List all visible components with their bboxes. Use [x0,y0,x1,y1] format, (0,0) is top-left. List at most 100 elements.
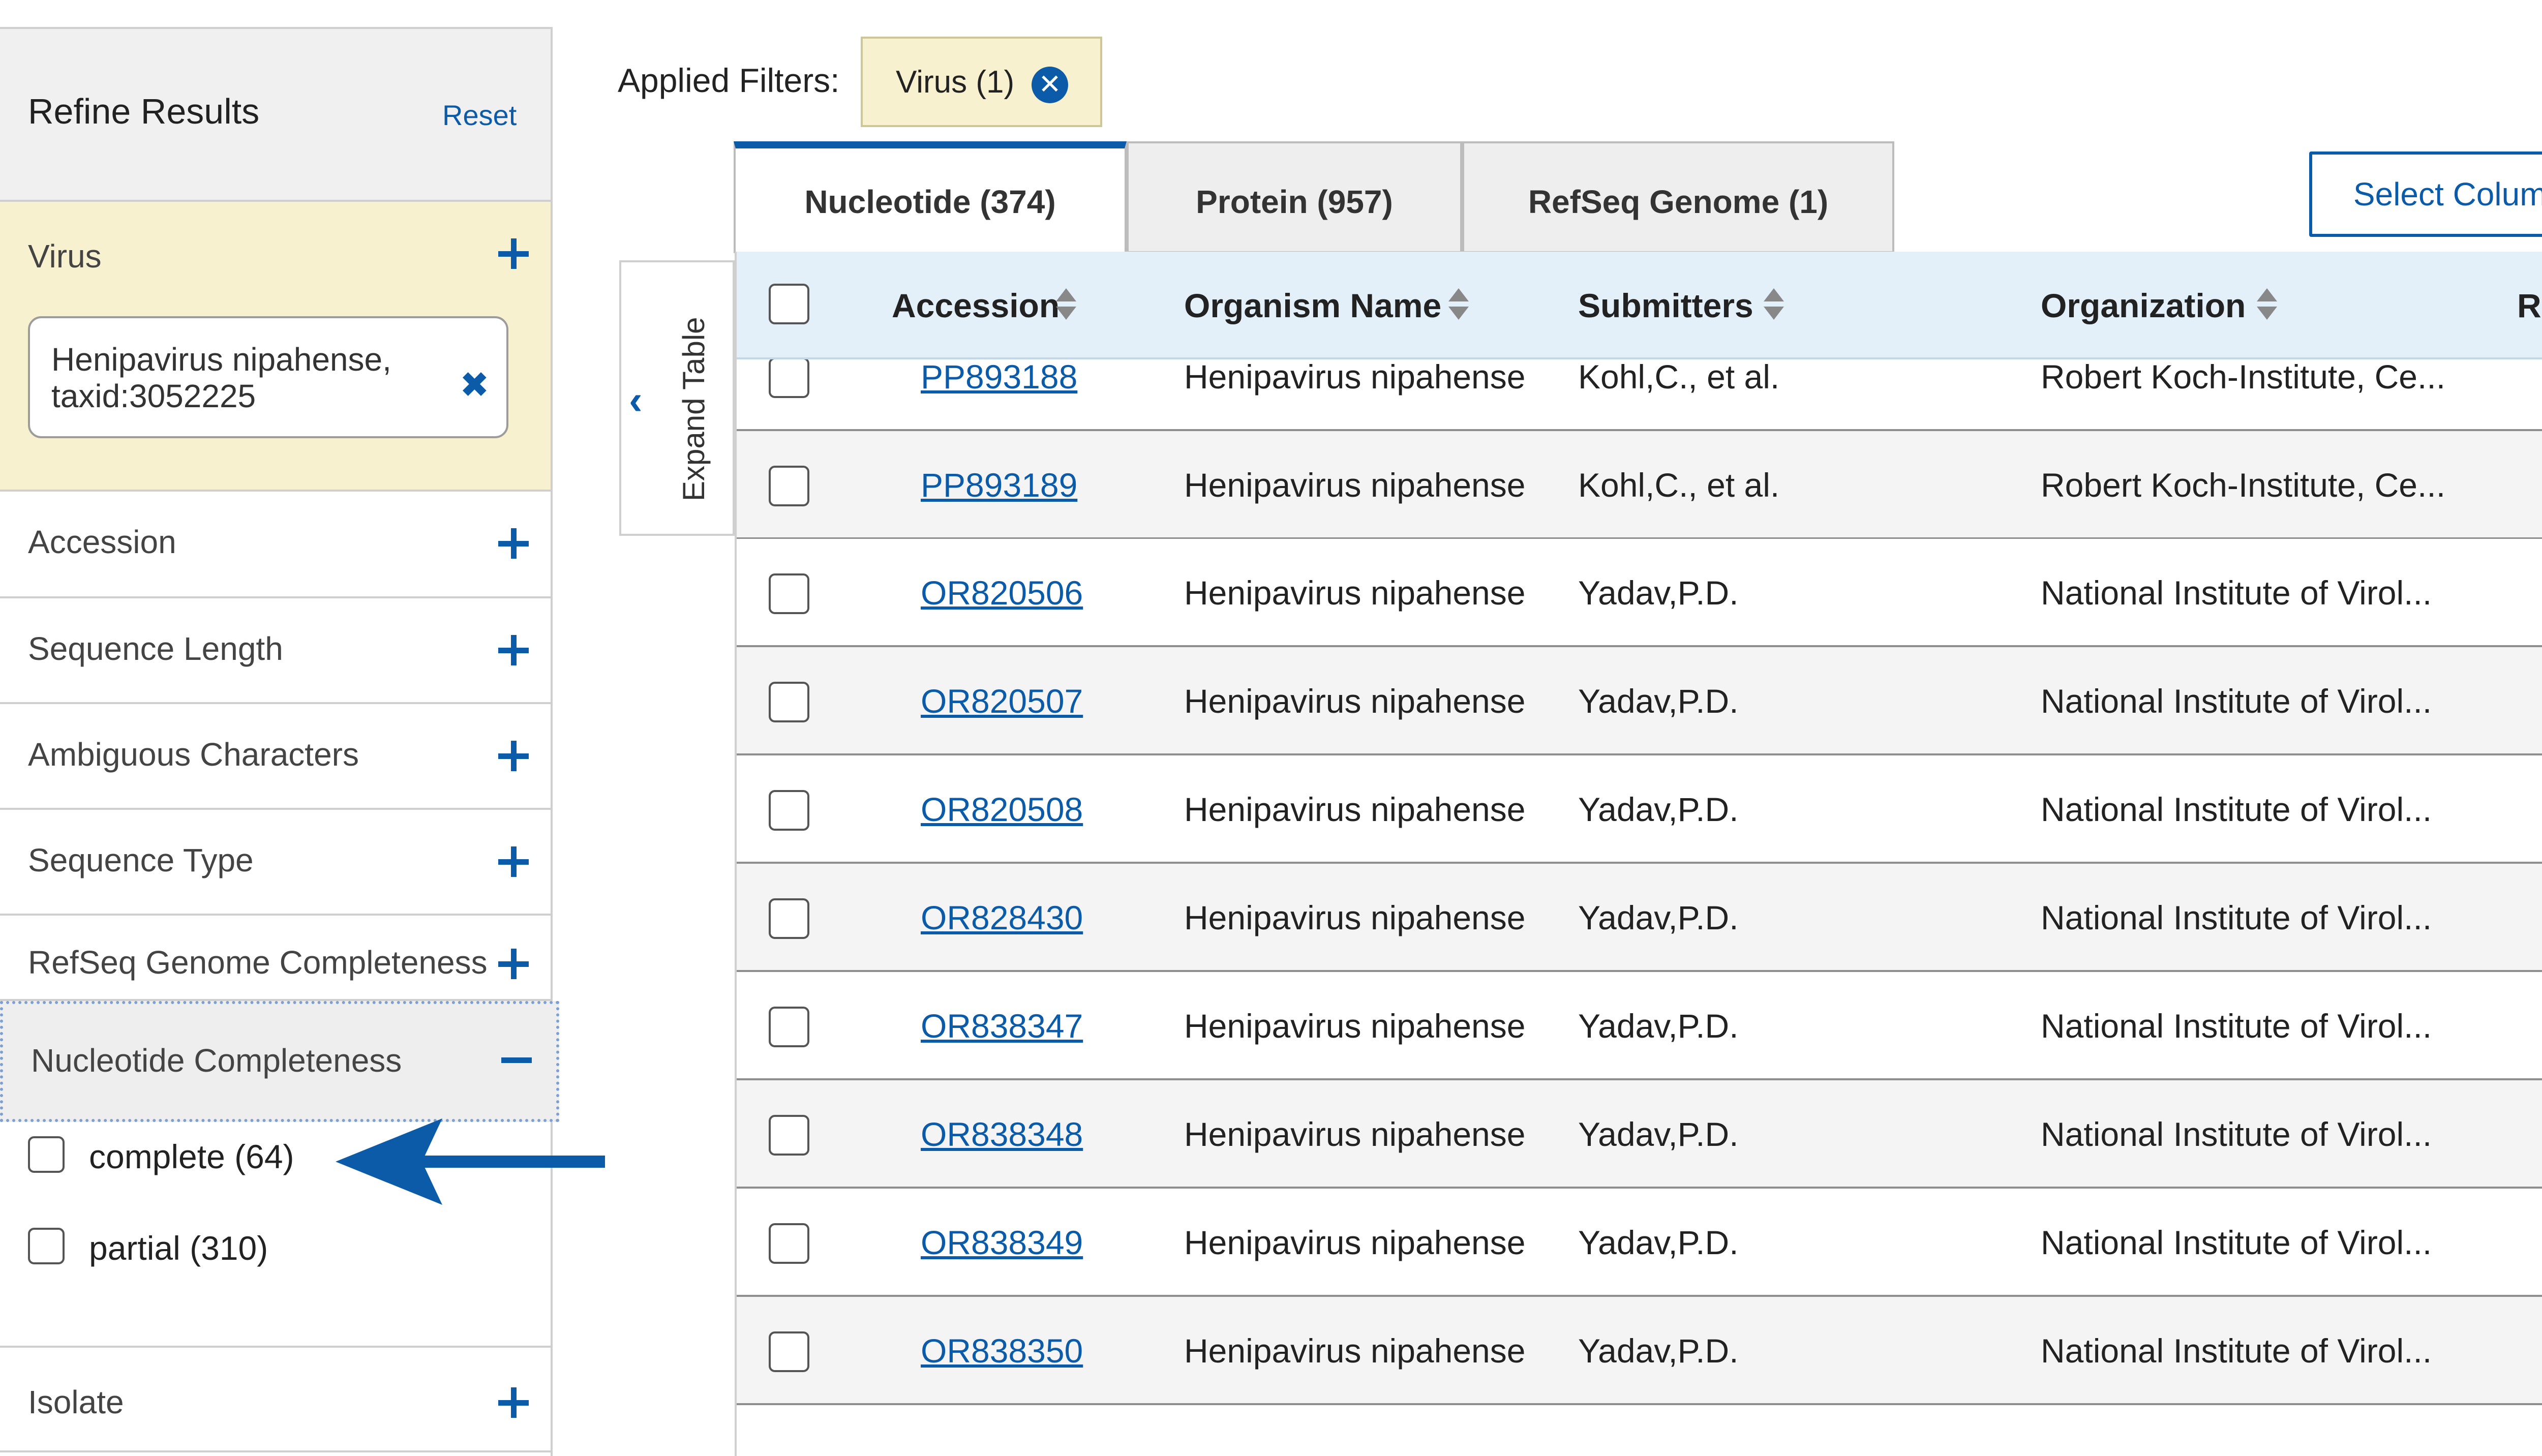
column-header-organism-name[interactable]: Organism Name [1184,286,1441,325]
column-header-submitters[interactable]: Submitters [1578,286,1753,325]
table-row[interactable]: OR820507 Henipavirus nipahense Yadav,P.D. N… [737,647,2542,755]
accession-link[interactable]: OR820507 [921,682,1083,720]
sort-icon[interactable] [1764,288,1784,324]
select-columns-button[interactable]: Select Columns [2309,151,2542,237]
facet-virus-label: Virus [28,238,102,275]
table-row[interactable]: OR820508 Henipavirus nipahense Yadav,P.D. N… [737,755,2542,864]
organism-name-cell: Henipavirus nipahense [1184,791,1526,828]
table-row[interactable]: OR838348 Henipavirus nipahense Yadav,P.D. N… [737,1080,2542,1189]
accession-link[interactable]: OR828430 [921,898,1083,937]
row-checkbox[interactable] [769,1331,809,1372]
accession-link[interactable]: PP893188 [921,357,1077,396]
applied-filters-label: Applied Filters: [618,62,840,99]
chevron-left-icon: ‹ [629,377,643,422]
row-checkbox[interactable] [769,466,809,506]
option-label: partial (310) [89,1229,268,1267]
facet-accession[interactable]: Accession [0,492,551,598]
accession-link[interactable]: OR820508 [921,790,1083,829]
accession-link[interactable]: OR838349 [921,1223,1083,1262]
table-row[interactable]: OR820506 Henipavirus nipahense Yadav,P.D. N… [737,539,2542,647]
facet-label: Isolate [28,1384,124,1420]
facet-nucleotide-completeness[interactable]: Nucleotide Completeness [0,1001,559,1122]
applied-filter-virus[interactable]: Virus (1) ✕ [861,37,1102,127]
facet-sequence-type[interactable]: Sequence Type [0,810,551,916]
organization-cell: National Institute of Virol... [2041,1224,2432,1261]
submitters-cell: Yadav,P.D. [1578,574,1739,612]
select-all-checkbox[interactable] [769,284,809,324]
reset-link[interactable]: Reset [442,99,517,132]
submitters-cell: Yadav,P.D. [1578,1007,1739,1045]
sort-icon[interactable] [1448,288,1469,324]
facet-sequence-length[interactable]: Sequence Length [0,598,551,704]
arrow-left-icon [336,1118,605,1205]
sort-icon[interactable] [2257,288,2277,324]
organism-name-cell: Henipavirus nipahense [1184,1332,1526,1370]
accession-link[interactable]: OR838347 [921,1007,1083,1045]
row-checkbox[interactable] [769,790,809,831]
row-checkbox[interactable] [769,898,809,939]
column-header-release[interactable]: Releas [2517,286,2542,325]
row-checkbox[interactable] [769,1007,809,1047]
virus-filter-chip: Henipavirus nipahense, taxid:3052225 ✖ [28,316,508,438]
organization-cell: National Institute of Virol... [2041,682,2432,720]
virus-chip-text: Henipavirus nipahense, taxid:3052225 [51,341,391,414]
sort-icon[interactable] [1056,288,1076,324]
plus-icon[interactable] [498,741,529,771]
column-header-accession[interactable]: Accession [892,286,1060,325]
row-checkbox[interactable] [769,357,809,398]
sidebar-title: Refine Results [28,92,260,131]
expand-table-label: Expand Table [677,317,711,501]
table-row[interactable]: PP893189 Henipavirus nipahense Kohl,C., et… [737,431,2542,539]
tab-nucleotide[interactable]: Nucleotide (374) [734,141,1127,253]
organization-cell: National Institute of Virol... [2041,791,2432,828]
accession-link[interactable]: OR838350 [921,1331,1083,1370]
row-checkbox[interactable] [769,1115,809,1156]
accession-link[interactable]: PP893189 [921,466,1077,504]
plus-icon[interactable] [498,1387,529,1418]
table-row[interactable]: OR838347 Henipavirus nipahense Yadav,P.D. N… [737,972,2542,1080]
sidebar-header: Refine Results Reset [0,29,551,202]
submitters-cell: Yadav,P.D. [1578,1224,1739,1261]
plus-icon[interactable] [498,846,529,877]
tab-refseq-genome[interactable]: RefSeq Genome (1) [1462,141,1894,253]
table-row[interactable]: OR838349 Henipavirus nipahense Yadav,P.D. N… [737,1189,2542,1297]
tab-protein[interactable]: Protein (957) [1127,141,1462,253]
facet-label: Nucleotide Completeness [31,1042,402,1079]
row-checkbox[interactable] [769,682,809,722]
organism-name-cell: Henipavirus nipahense [1184,682,1526,720]
plus-icon[interactable] [498,949,529,979]
facet-isolate[interactable]: Isolate [0,1346,551,1452]
row-checkbox[interactable] [769,573,809,614]
facet-refseq-genome-completeness[interactable]: RefSeq Genome Completeness [0,916,551,1001]
minus-icon[interactable] [501,1045,532,1075]
row-checkbox[interactable] [769,1223,809,1264]
plus-icon[interactable] [498,635,529,665]
results-table: Accession Organism Name Submitters Organ… [735,252,2542,1456]
organization-cell: National Institute of Virol... [2041,1332,2432,1370]
submitters-cell: Yadav,P.D. [1578,1332,1739,1370]
accession-link[interactable]: OR820506 [921,573,1083,612]
organism-name-cell: Henipavirus nipahense [1184,1115,1526,1153]
organization-cell: National Institute of Virol... [2041,1115,2432,1153]
filter-pill-label: Virus (1) [896,65,1015,100]
option-label: complete (64) [89,1138,294,1175]
table-row[interactable]: OR828430 Henipavirus nipahense Yadav,P.D. N… [737,864,2542,972]
facet-virus[interactable]: Virus Henipavirus nipahense, taxid:30522… [0,202,551,492]
refine-results-sidebar: Refine Results Reset Virus Henipavirus n… [0,27,559,1456]
close-icon[interactable]: ✖ [460,364,490,406]
organism-name-cell: Henipavirus nipahense [1184,1224,1526,1261]
checkbox[interactable] [28,1228,65,1264]
organization-cell: Robert Koch-Institute, Ce... [2041,358,2446,396]
table-row[interactable]: OR838350 Henipavirus nipahense Yadav,P.D. N… [737,1297,2542,1405]
close-icon[interactable]: ✕ [1032,67,1068,103]
plus-icon[interactable] [498,528,529,559]
submitters-cell: Kohl,C., et al. [1578,358,1780,396]
organization-cell: National Institute of Virol... [2041,574,2432,612]
column-header-organization[interactable]: Organization [2041,286,2246,325]
facet-ambiguous-characters[interactable]: Ambiguous Characters [0,704,551,810]
accession-link[interactable]: OR838348 [921,1115,1083,1154]
checkbox[interactable] [28,1136,65,1173]
plus-icon[interactable] [498,238,529,269]
expand-table-button[interactable]: ‹ Expand Table [619,260,735,536]
facet-label: Sequence Type [28,842,254,878]
